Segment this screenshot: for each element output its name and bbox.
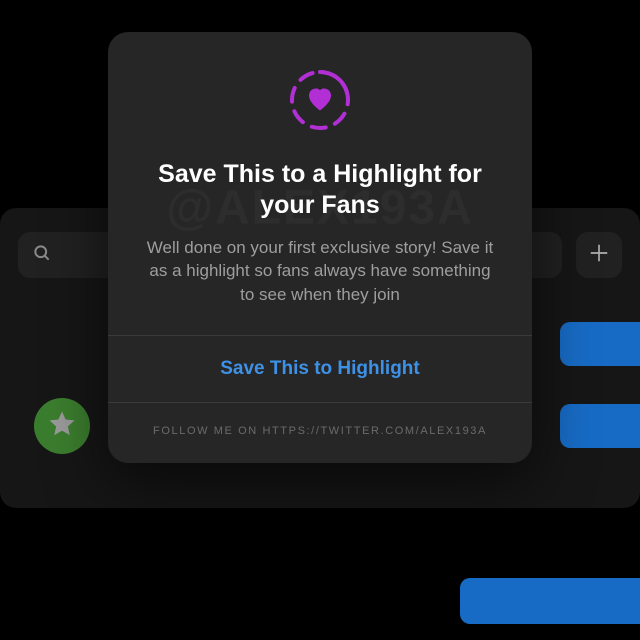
- background-button-3[interactable]: [460, 578, 640, 624]
- plus-icon: [588, 240, 610, 271]
- background-button-1[interactable]: [560, 322, 640, 366]
- save-to-highlight-button[interactable]: Save This to Highlight: [108, 335, 532, 402]
- add-button[interactable]: [576, 232, 622, 278]
- search-icon: [32, 243, 52, 268]
- highlight-modal: @ALEX193A Save This to a Highlight for y…: [108, 32, 532, 463]
- star-badge[interactable]: [34, 398, 90, 454]
- modal-description: Well done on your first exclusive story!…: [136, 236, 504, 307]
- modal-footer-link[interactable]: FOLLOW ME ON HTTPS://TWITTER.COM/ALEX193…: [108, 402, 532, 463]
- modal-title: Save This to a Highlight for your Fans: [136, 159, 504, 222]
- star-icon: [47, 409, 77, 444]
- heart-ring-icon: [284, 64, 356, 141]
- modal-body: @ALEX193A Save This to a Highlight for y…: [108, 32, 532, 335]
- modal-icon-wrap: [136, 64, 504, 141]
- background-button-2[interactable]: [560, 404, 640, 448]
